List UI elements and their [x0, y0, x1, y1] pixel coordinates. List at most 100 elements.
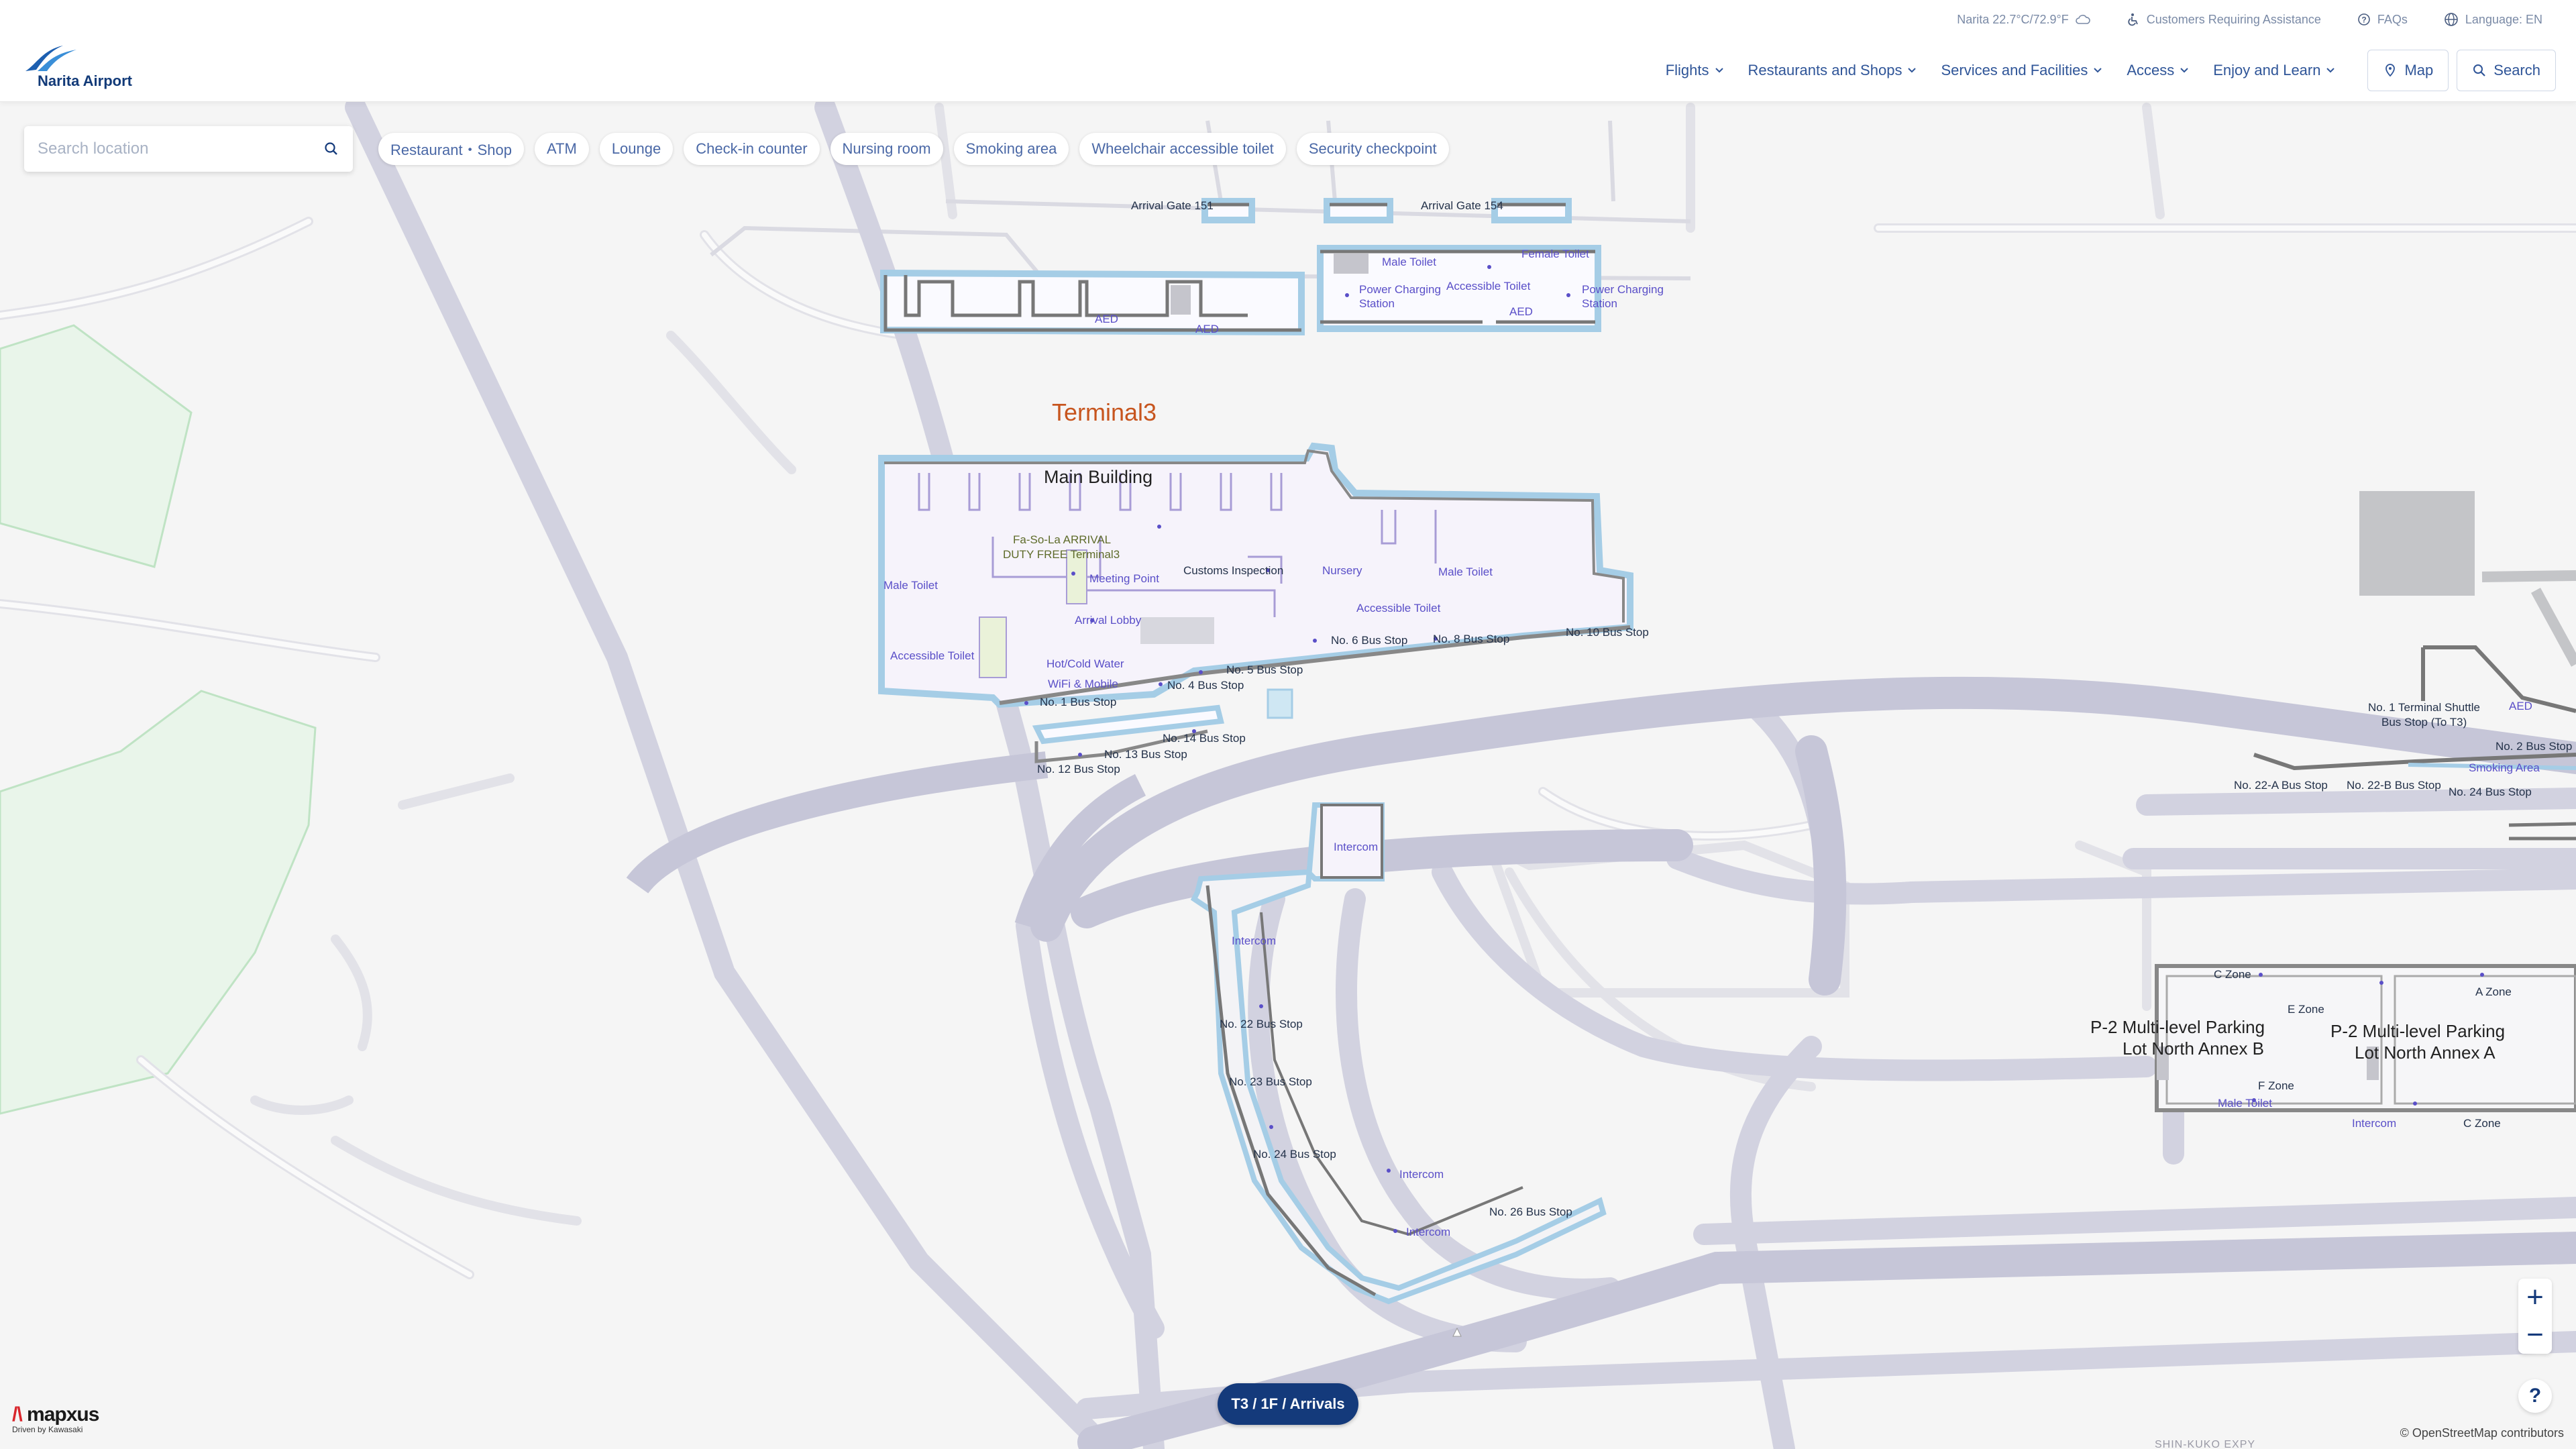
svg-text:?: ?: [2361, 15, 2366, 25]
search-icon[interactable]: [323, 141, 339, 157]
female-toilet-label: Female Toilet: [1521, 248, 1589, 260]
bus-stop-label: No. 8 Bus Stop: [1433, 633, 1509, 645]
male-toilet-label: Male Toilet: [1438, 566, 1493, 578]
mapxus-sub: Driven by Kawasaki: [12, 1425, 83, 1434]
zoom-controls: + −: [2518, 1279, 2552, 1354]
main-building-label: Main Building: [1044, 467, 1152, 487]
accessible-toilet-label: Accessible Toilet: [1446, 280, 1531, 292]
map-button[interactable]: Map: [2367, 50, 2449, 91]
hot-cold-water-label: Hot/Cold Water: [1046, 657, 1124, 670]
bus-stop-label: No. 10 Bus Stop: [1566, 626, 1649, 639]
accessible-toilet-label: Accessible Toilet: [890, 649, 975, 662]
globe-icon: [2445, 13, 2458, 26]
site-header: Narita Airport Narita 22.7°C/72.9°F Cust…: [0, 0, 2576, 102]
language-selector[interactable]: Language: EN: [2444, 12, 2542, 27]
intercom-label: Intercom: [1334, 841, 1378, 853]
mapxus-mark: /\: [12, 1403, 28, 1426]
faqs-label: FAQs: [2377, 12, 2408, 26]
mapxus-wordmark: mapxus: [27, 1403, 99, 1426]
utility-bar: Narita 22.7°C/72.9°F Customers Requiring…: [1957, 9, 2542, 30]
nav-flights-label: Flights: [1665, 62, 1709, 78]
map-button-label: Map: [2404, 62, 2434, 78]
expressway-label: SHIN-KUKO EXPY: [2155, 1439, 2255, 1449]
duty-free-label: Fa-So-La ARRIVAL: [1013, 533, 1111, 546]
search-button[interactable]: Search: [2457, 50, 2556, 91]
map-svg[interactable]: Arrival Gate 151 Arrival Gate 154 Male T…: [0, 97, 2576, 1449]
parking-label: Lot North Annex A: [2355, 1042, 2496, 1063]
nav-access[interactable]: Access: [2127, 62, 2189, 79]
filter-nursing-room[interactable]: Nursing room: [830, 133, 943, 165]
language-label: Language: EN: [2465, 12, 2542, 26]
map-attribution[interactable]: © OpenStreetMap contributors: [2400, 1426, 2564, 1440]
aed-label: AED: [1195, 323, 1219, 335]
filter-restaurant-shop[interactable]: Restaurant・Shop: [378, 133, 524, 165]
parking-label: Lot North Annex B: [2123, 1038, 2264, 1059]
arrival-lobby-label: Arrival Lobby: [1075, 614, 1142, 627]
assistance-link[interactable]: Customers Requiring Assistance: [2127, 13, 2321, 27]
shuttle-label: No. 1 Terminal Shuttle: [2368, 701, 2480, 714]
zone-label: F Zone: [2258, 1079, 2294, 1092]
wifi-label: WiFi & Mobile: [1048, 678, 1118, 690]
duty-free-label: DUTY FREE Terminal3: [1003, 548, 1120, 561]
bus-stop-label: No. 22 Bus Stop: [1220, 1018, 1303, 1030]
male-toilet-label: Male Toilet: [883, 579, 938, 592]
nav-services-label: Services and Facilities: [1941, 62, 2088, 78]
power-charging-label: Power Charging: [1359, 283, 1441, 296]
smoking-area-label: Smoking Area: [2469, 761, 2540, 774]
nav-services-facilities[interactable]: Services and Facilities: [1941, 62, 2102, 79]
bus-stop-label: No. 12 Bus Stop: [1037, 763, 1120, 775]
nav-enjoy-label: Enjoy and Learn: [2213, 62, 2321, 78]
filter-wheelchair-toilet[interactable]: Wheelchair accessible toilet: [1079, 133, 1286, 165]
filter-security-checkpoint[interactable]: Security checkpoint: [1296, 133, 1449, 165]
map-pin-icon: [2385, 64, 2396, 77]
intercom-label: Intercom: [1406, 1226, 1450, 1238]
bus-stop-label: No. 5 Bus Stop: [1226, 663, 1303, 676]
indoor-map-canvas[interactable]: Arrival Gate 151 Arrival Gate 154 Male T…: [0, 97, 2576, 1449]
main-navigation: Flights Restaurants and Shops Services a…: [1666, 50, 2556, 91]
logo-wing-icon: [25, 46, 76, 71]
search-input[interactable]: [38, 140, 323, 158]
bus-stop-label: No. 4 Bus Stop: [1167, 679, 1244, 692]
male-toilet-label: Male Toilet: [1382, 256, 1436, 268]
intercom-label: Intercom: [1232, 934, 1276, 947]
filter-smoking-area[interactable]: Smoking area: [953, 133, 1069, 165]
filter-atm[interactable]: ATM: [535, 133, 589, 165]
nav-restaurants-shops[interactable]: Restaurants and Shops: [1748, 62, 1917, 79]
bus-stop-label: No. 13 Bus Stop: [1104, 748, 1187, 761]
assistance-label: Customers Requiring Assistance: [2146, 12, 2321, 26]
narita-airport-logo[interactable]: Narita Airport: [23, 44, 144, 93]
meeting-point-label: Meeting Point: [1089, 572, 1159, 585]
chevron-down-icon: [2326, 68, 2335, 73]
bus-stop-label: No. 24 Bus Stop: [1253, 1148, 1336, 1161]
mapxus-brand: /\ mapxus: [12, 1403, 99, 1426]
accessible-toilet-label: Accessible Toilet: [1356, 602, 1441, 614]
faqs-link[interactable]: ? FAQs: [2357, 13, 2408, 27]
search-button-label: Search: [2493, 62, 2540, 78]
filter-check-in-counter[interactable]: Check-in counter: [684, 133, 820, 165]
question-circle-icon: ?: [2358, 13, 2370, 25]
nursery-label: Nursery: [1322, 564, 1362, 577]
zoom-out-button[interactable]: −: [2518, 1316, 2552, 1354]
wheelchair-icon: [2128, 13, 2138, 26]
floor-selector[interactable]: T3 / 1F / Arrivals: [1218, 1383, 1358, 1425]
bus-stop-label: No. 23 Bus Stop: [1229, 1075, 1312, 1088]
nav-enjoy-learn[interactable]: Enjoy and Learn: [2213, 62, 2335, 79]
nav-flights[interactable]: Flights: [1666, 62, 1724, 79]
help-button[interactable]: ?: [2518, 1379, 2552, 1413]
nav-access-label: Access: [2127, 62, 2175, 78]
power-charging-label: Station: [1582, 297, 1617, 310]
mapxus-logo: /\ mapxus Driven by Kawasaki: [12, 1403, 99, 1434]
location-search[interactable]: [24, 126, 353, 172]
cloud-icon: [2075, 15, 2090, 24]
bus-stop-label: No. 24 Bus Stop: [2449, 786, 2532, 798]
aed-label: AED: [1509, 305, 1533, 318]
gate151-label: Arrival Gate 151: [1131, 199, 1214, 212]
weather-text: Narita 22.7°C/72.9°F: [1957, 12, 2069, 26]
gate154-label: Arrival Gate 154: [1421, 199, 1503, 212]
filter-lounge[interactable]: Lounge: [599, 133, 674, 165]
zoom-in-button[interactable]: +: [2518, 1279, 2552, 1316]
nav-restaurants-label: Restaurants and Shops: [1748, 62, 1902, 78]
terminal3-label: Terminal3: [1052, 398, 1157, 426]
parking-label: P-2 Multi-level Parking: [2330, 1021, 2505, 1041]
zone-label: C Zone: [2214, 968, 2251, 981]
